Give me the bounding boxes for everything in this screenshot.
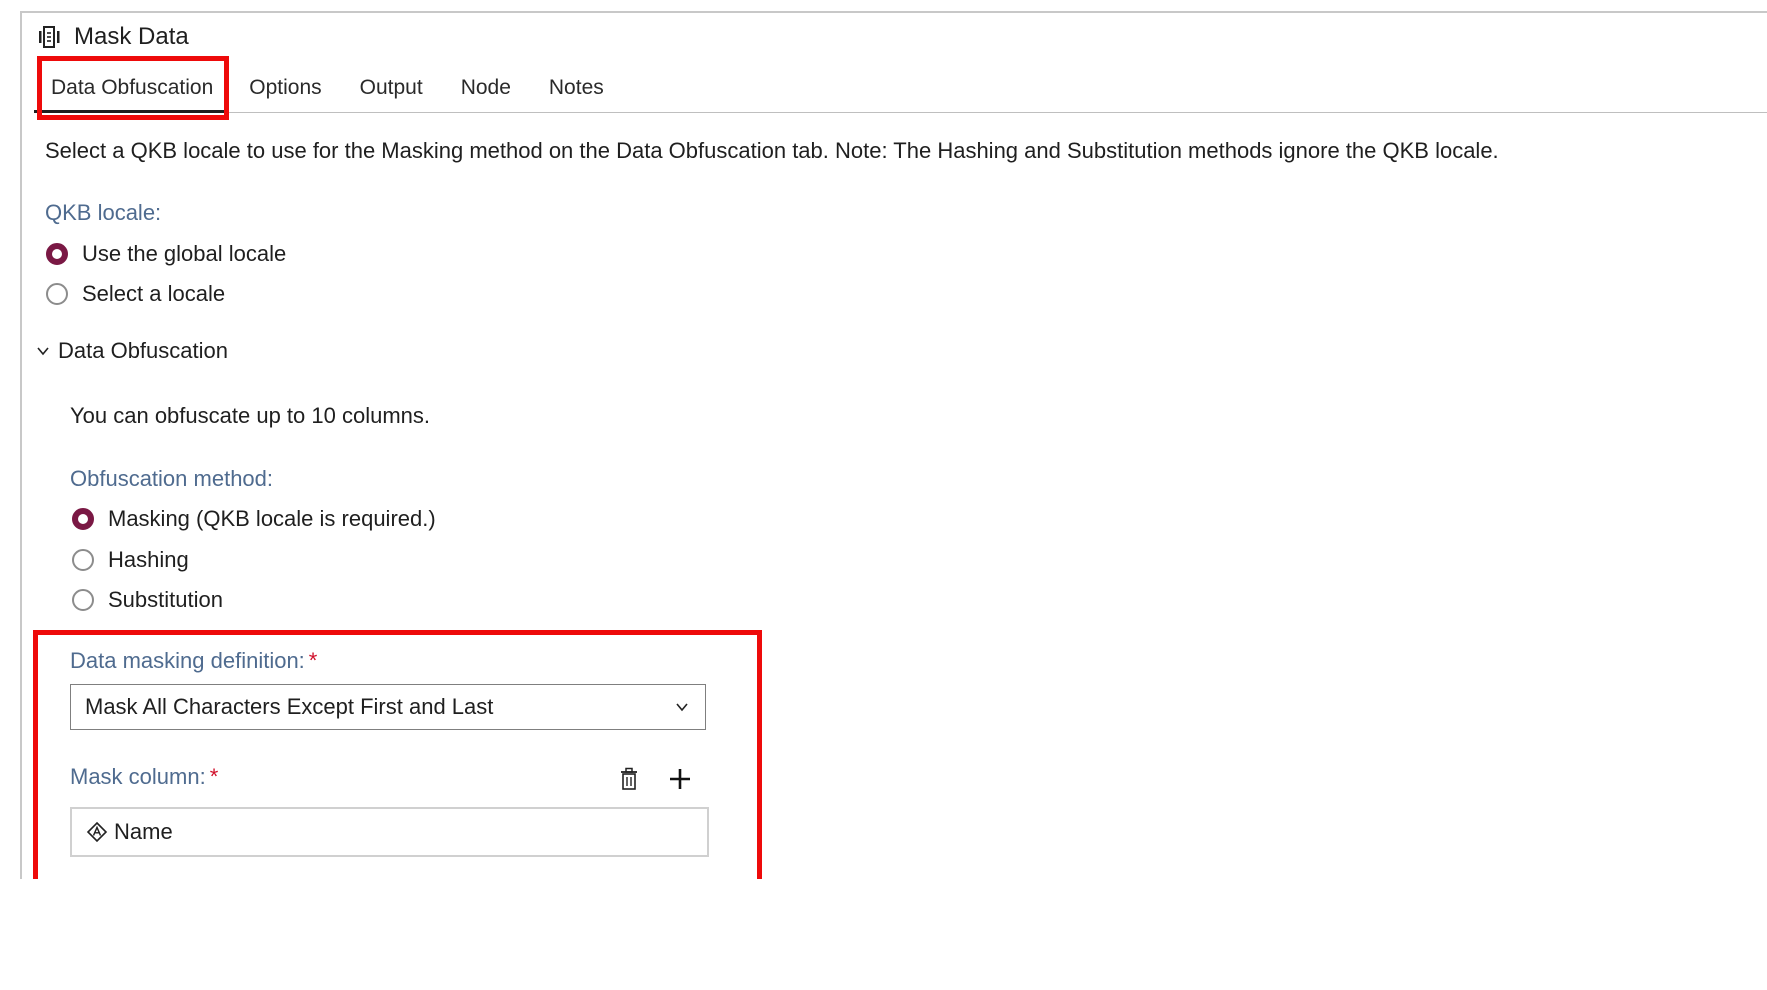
radio-unselected-indicator[interactable] — [72, 589, 94, 611]
radio-unselected-indicator[interactable] — [46, 283, 68, 305]
delete-icon[interactable] — [615, 764, 643, 794]
radio-label: Substitution — [108, 587, 223, 612]
tab-data-obfuscation[interactable]: Data Obfuscation — [34, 64, 230, 112]
mask-column-label: Mask column: — [70, 764, 206, 789]
tab-options[interactable]: Options — [230, 64, 340, 112]
qkb-locale-label: QKB locale: — [45, 200, 162, 225]
masking-definition-label-row: Data masking definition: * — [70, 648, 317, 674]
intro-text: Select a QKB locale to use for the Maski… — [45, 138, 1499, 163]
data-obfuscation-section-toggle[interactable]: Data Obfuscation — [36, 338, 228, 364]
radio-label: Select a locale — [82, 281, 226, 306]
screenshot-bottom-blank — [0, 879, 1767, 990]
radio-label: Hashing — [108, 547, 189, 572]
masking-definition-label: Data masking definition: — [70, 648, 305, 673]
chevron-down-icon — [675, 699, 691, 715]
radio-selected-indicator[interactable] — [46, 243, 68, 265]
window-title-bar: Mask Data — [38, 22, 189, 52]
masking-definition-select[interactable]: Mask All Characters Except First and Las… — [70, 684, 706, 730]
radio-masking[interactable]: Masking (QKB locale is required.) — [72, 506, 436, 532]
mask-column-field[interactable]: Name — [70, 807, 709, 857]
radio-hashing[interactable]: Hashing — [72, 547, 189, 573]
required-asterisk: * — [308, 648, 318, 673]
required-asterisk: * — [209, 764, 219, 789]
tab-divider — [34, 112, 1767, 113]
radio-use-global-locale[interactable]: Use the global locale — [46, 241, 286, 267]
mask-data-icon — [38, 25, 64, 49]
tab-output[interactable]: Output — [341, 64, 442, 112]
window-title: Mask Data — [74, 23, 189, 50]
obfuscation-note: You can obfuscate up to 10 columns. — [70, 403, 430, 428]
radio-select-a-locale[interactable]: Select a locale — [46, 281, 225, 307]
radio-label: Use the global locale — [82, 241, 287, 266]
chevron-down-icon — [36, 343, 52, 359]
radio-substitution[interactable]: Substitution — [72, 587, 223, 613]
tab-notes[interactable]: Notes — [530, 64, 623, 112]
radio-selected-indicator[interactable] — [72, 508, 94, 530]
select-value: Mask All Characters Except First and Las… — [85, 694, 494, 719]
section-title: Data Obfuscation — [58, 338, 228, 363]
radio-label: Masking (QKB locale is required.) — [108, 506, 436, 531]
mask-column-header: Mask column: * — [70, 764, 706, 794]
tab-bar: Data Obfuscation Options Output Node Not… — [34, 64, 623, 112]
tab-node[interactable]: Node — [442, 64, 530, 112]
obfuscation-method-label: Obfuscation method: — [70, 466, 274, 491]
character-column-icon — [86, 821, 108, 843]
mask-column-value: Name — [114, 819, 173, 844]
active-tab-indicator — [34, 110, 229, 113]
radio-unselected-indicator[interactable] — [72, 549, 94, 571]
add-icon[interactable] — [666, 764, 694, 794]
